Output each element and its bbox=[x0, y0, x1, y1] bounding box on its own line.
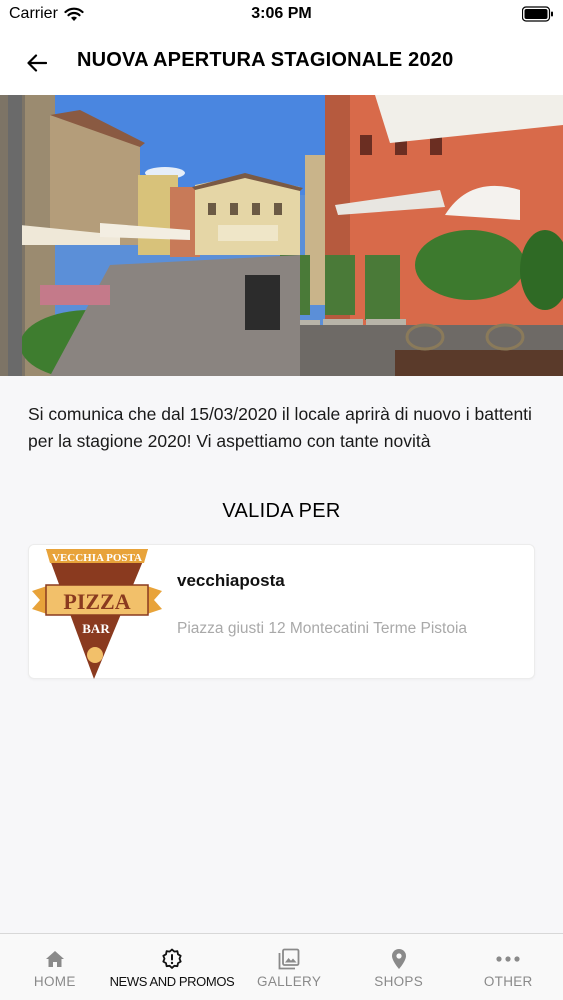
shop-logo: VECCHIA POSTA PIZZA BAR bbox=[32, 545, 162, 680]
valid-for-heading: VALIDA PER bbox=[222, 500, 341, 522]
tab-label-shops: SHOPS bbox=[374, 974, 424, 989]
nav-header: NUOVA APERTURA STAGIONALE 2020 bbox=[0, 30, 563, 95]
tab-label-other: OTHER bbox=[483, 974, 533, 989]
map-pin-icon bbox=[391, 948, 407, 970]
home-icon bbox=[45, 948, 65, 970]
tab-label-news-and-promos: NEWS AND PROMOS bbox=[109, 974, 235, 989]
tab-news-and-promos[interactable]: NEWS AND PROMOS bbox=[110, 934, 235, 1000]
tab-shops[interactable]: SHOPS bbox=[344, 934, 454, 1000]
tab-other[interactable]: OTHER bbox=[453, 934, 563, 1000]
page-title: NUOVA APERTURA STAGIONALE 2020 bbox=[77, 49, 454, 71]
battery-icon bbox=[521, 6, 554, 27]
tab-bar: HOME NEWS AND PROMOS GALLERY SHOPS OTHER bbox=[0, 933, 563, 1000]
more-dots-icon bbox=[496, 948, 520, 970]
logo-text-line1: VECCHIA POSTA bbox=[52, 552, 142, 564]
tab-label-gallery: GALLERY bbox=[257, 974, 322, 989]
shop-address: Piazza giusti 12 Montecatini Terme Pisto… bbox=[177, 620, 468, 637]
tab-home[interactable]: HOME bbox=[0, 934, 110, 1000]
shop-card[interactable]: VECCHIA POSTA PIZZA BAR vecchiaposta Pia… bbox=[28, 544, 535, 679]
status-bar: Carrier 3:06 PM bbox=[0, 0, 563, 30]
back-button[interactable] bbox=[22, 48, 52, 78]
tab-gallery[interactable]: GALLERY bbox=[234, 934, 344, 1000]
tab-label-home: HOME bbox=[33, 974, 76, 989]
shop-name: vecchiaposta bbox=[177, 571, 285, 590]
gallery-icon bbox=[278, 948, 300, 970]
arrow-left-icon bbox=[27, 54, 47, 72]
promo-description: Si comunica che dal 15/03/2020 il locale… bbox=[28, 404, 532, 451]
status-time: 3:06 PM bbox=[251, 5, 312, 22]
alert-badge-icon bbox=[161, 948, 183, 970]
logo-text-line2: PIZZA bbox=[63, 589, 130, 614]
promo-hero-image bbox=[0, 95, 563, 376]
logo-text-line3: BAR bbox=[82, 621, 110, 636]
